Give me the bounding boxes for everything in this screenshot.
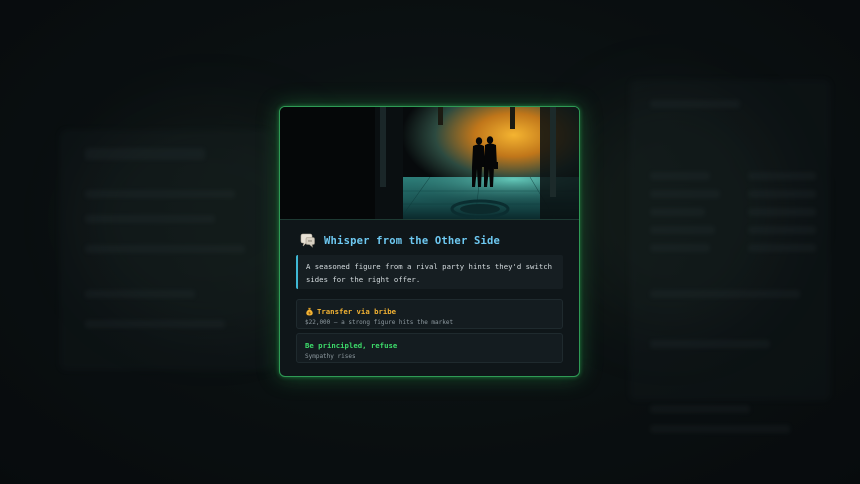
- event-modal: Whisper from the Other Side A seasoned f…: [279, 106, 580, 377]
- choice-bribe-detail: $22,000 — a strong figure hits the marke…: [305, 319, 454, 326]
- choice-bribe-button[interactable]: $ Transfer via bribe $22,000 — a strong …: [296, 299, 563, 329]
- speech-bubble-icon: [300, 233, 315, 248]
- money-bag-icon: $: [306, 307, 313, 316]
- choice-refuse-button[interactable]: Be principled, refuse Sympathy rises: [296, 333, 563, 363]
- choice-bribe-label-row: $ Transfer via bribe: [305, 306, 562, 316]
- event-description-text: A seasoned figure from a rival party hin…: [306, 262, 553, 284]
- choice-refuse-label-row: Be principled, refuse: [305, 340, 562, 350]
- choice-refuse-label: Be principled, refuse: [305, 340, 398, 350]
- modal-header: Whisper from the Other Side: [298, 231, 500, 251]
- modal-title: Whisper from the Other Side: [324, 235, 501, 247]
- choice-bribe-label: Transfer via bribe: [317, 306, 397, 316]
- choice-refuse-detail: Sympathy rises: [305, 353, 356, 360]
- event-description: A seasoned figure from a rival party hin…: [296, 255, 563, 289]
- scene-illustration: [280, 107, 579, 220]
